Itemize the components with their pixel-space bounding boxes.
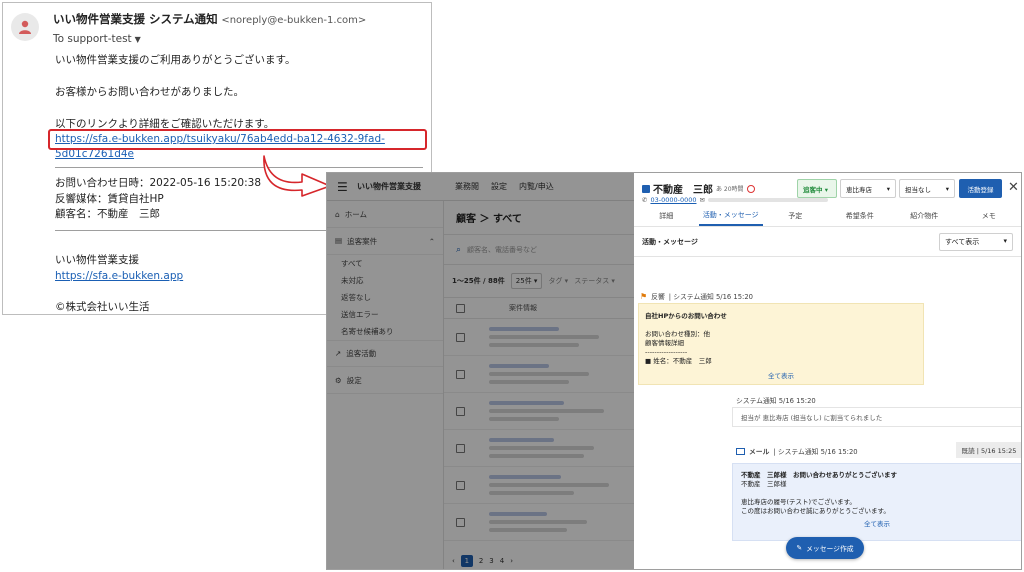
section-bar: 活動・メッセージ すべて表示 ▾ (634, 227, 1021, 257)
email-signature: いい物件営業支援 https://sfa.e-bukken.app (55, 253, 183, 284)
feedback-source: | システム通知 5/16 15:20 (668, 293, 753, 301)
email-from: いい物件営業支援 システム通知 <noreply@e-bukken-1.com> (53, 11, 427, 27)
customer-name: 顧客名：不動産 三郎 (55, 208, 160, 220)
mail-line: 恵比寿店の履号(テスト)でございます。 (741, 498, 856, 506)
inquiry-media: 反響媒体：賃貸自社HP (55, 192, 164, 205)
caret-down-icon: ▾ (945, 184, 949, 193)
section-title: 活動・メッセージ (642, 237, 698, 246)
screenshot-root: いい物件営業支援 システム通知 <noreply@e-bukken-1.com>… (0, 0, 1024, 572)
feedback-label: 反響 (651, 293, 665, 301)
mail-icon: ✉ (699, 196, 705, 204)
divider (55, 167, 423, 168)
greeting-text: いい物件営業支援のご利用ありがとうございます。 (55, 54, 296, 66)
tab-memo[interactable]: メモ (957, 205, 1022, 226)
show-all-link[interactable]: 全て表示 (645, 372, 917, 381)
feedback-title: 自社HPからのお問い合わせ (645, 312, 727, 320)
customer-list-pane: ☰ いい物件営業支援 業務閲 設定 内覧/申込 ⌂ ホーム ▤ 追客案件 ⌃ すべて… (327, 173, 634, 569)
shop-select[interactable]: 恵比寿店 ▾ (840, 179, 896, 198)
elapsed-time: あ 20時間 (716, 186, 744, 193)
shop-value: 恵比寿店 (846, 185, 872, 194)
recipient-label: To support-test (53, 33, 132, 45)
clock-icon (746, 184, 755, 193)
detail-tabs: 詳細 活動・メッセージ 予定 希望条件 紹介物件 メモ (634, 205, 1021, 227)
inquiry-text: お客様からお問い合わせがありました。 (55, 86, 244, 98)
signature-link[interactable]: https://sfa.e-bukken.app (55, 269, 183, 285)
pencil-icon: ✎ (796, 544, 803, 552)
feedback-line: 顧客情報詳細 (645, 339, 684, 347)
feedback-meta: ⚑ 反響 | システム通知 5/16 15:20 (640, 291, 753, 302)
mail-label: メール (749, 448, 770, 456)
show-all-link[interactable]: 全て表示 (741, 520, 1013, 529)
phone-icon: ✆ (642, 196, 648, 204)
filter-select[interactable]: すべて表示 ▾ (939, 232, 1013, 251)
system-meta: システム通知 5/16 15:20 (736, 397, 816, 405)
redacted-email (707, 198, 828, 202)
compose-label: メッセージ作成 (806, 545, 854, 553)
email-recipient[interactable]: To support-test ▼ (53, 33, 427, 45)
link-highlight-box (48, 129, 427, 150)
signature-name: いい物件営業支援 (55, 254, 139, 266)
phone-number[interactable]: 03-0000-0000 (650, 196, 696, 204)
sender-address: <noreply@e-bukken-1.com> (221, 15, 367, 26)
feedback-line: ■ 姓名：不動産 三郎 (645, 357, 712, 365)
sender-name: いい物件営業支援 システム通知 (53, 12, 218, 26)
modal-overlay[interactable] (327, 173, 634, 569)
person-icon (19, 20, 31, 34)
caret-down-icon: ▾ (1003, 236, 1007, 245)
filter-value: すべて表示 (945, 237, 980, 246)
system-message: 担当が 恵比寿店 (担当なし) に割当てられました (732, 407, 1021, 427)
caret-down-icon[interactable]: ▼ (135, 35, 141, 44)
tab-preferences[interactable]: 希望条件 (828, 205, 893, 226)
avatar (11, 13, 39, 41)
mail-card: 不動産 三郎様 お問い合わせありがとうございます 不動産 三郎様 恵比寿店の履号… (732, 463, 1021, 541)
close-icon[interactable]: ✕ (1008, 180, 1019, 195)
copyright-text: ©株式会社いい生活 (55, 301, 150, 313)
customer-detail-panel: 不動産 三郎 あ 20時間 ✆ 03-0000-0000 ✉ 追客中 ▾ 恵比寿… (634, 173, 1021, 569)
mail-line: この度はお問い合わせ誠にありがとうございます。 (741, 507, 890, 515)
feedback-line: お問い合わせ種別：他 (645, 330, 710, 338)
flag-icon: ⚑ (640, 291, 648, 301)
inquiry-info: お問い合わせ日時：2022-05-16 15:20:38 反響媒体：賃貸自社HP… (55, 176, 261, 223)
read-status-badge: 既読 | 5/16 15:25 (956, 442, 1021, 458)
feedback-line: ------------------ (645, 348, 688, 356)
customer-heading: 不動産 三郎 あ 20時間 (642, 181, 755, 196)
register-activity-button[interactable]: 活動登録 (959, 179, 1002, 198)
mail-line: 不動産 三郎様 (741, 480, 787, 488)
envelope-icon (736, 447, 745, 455)
feedback-card: 自社HPからのお問い合わせ お問い合わせ種別：他 顧客情報詳細 --------… (638, 303, 924, 385)
mail-source: | システム通知 5/16 15:20 (773, 448, 858, 456)
app-window: ☰ いい物件営業支援 業務閲 設定 内覧/申込 ⌂ ホーム ▤ 追客案件 ⌃ すべて… (326, 172, 1022, 570)
caret-down-icon: ▾ (886, 184, 890, 193)
tab-activity[interactable]: 活動・メッセージ (698, 205, 763, 226)
staff-select[interactable]: 担当なし ▾ (899, 179, 955, 198)
status-select[interactable]: 追客中 ▾ (797, 179, 837, 198)
email-header: いい物件営業支援 システム通知 <noreply@e-bukken-1.com>… (53, 11, 427, 45)
building-icon (642, 184, 650, 193)
inquiry-date: お問い合わせ日時：2022-05-16 15:20:38 (55, 177, 262, 189)
staff-value: 担当なし (905, 185, 931, 194)
status-value: 追客中 ▾ (803, 185, 829, 194)
mail-meta: メール | システム通知 5/16 15:20 (736, 446, 858, 456)
customer-name: 不動産 三郎 (653, 185, 713, 196)
tab-schedule[interactable]: 予定 (763, 205, 828, 226)
tab-details[interactable]: 詳細 (634, 205, 699, 226)
detail-header: 不動産 三郎 あ 20時間 ✆ 03-0000-0000 ✉ 追客中 ▾ 恵比寿… (642, 179, 1019, 204)
compose-message-button[interactable]: ✎ メッセージ作成 (786, 537, 864, 559)
tab-properties[interactable]: 紹介物件 (892, 205, 957, 226)
mail-title: 不動産 三郎様 お問い合わせありがとうございます (741, 471, 897, 479)
